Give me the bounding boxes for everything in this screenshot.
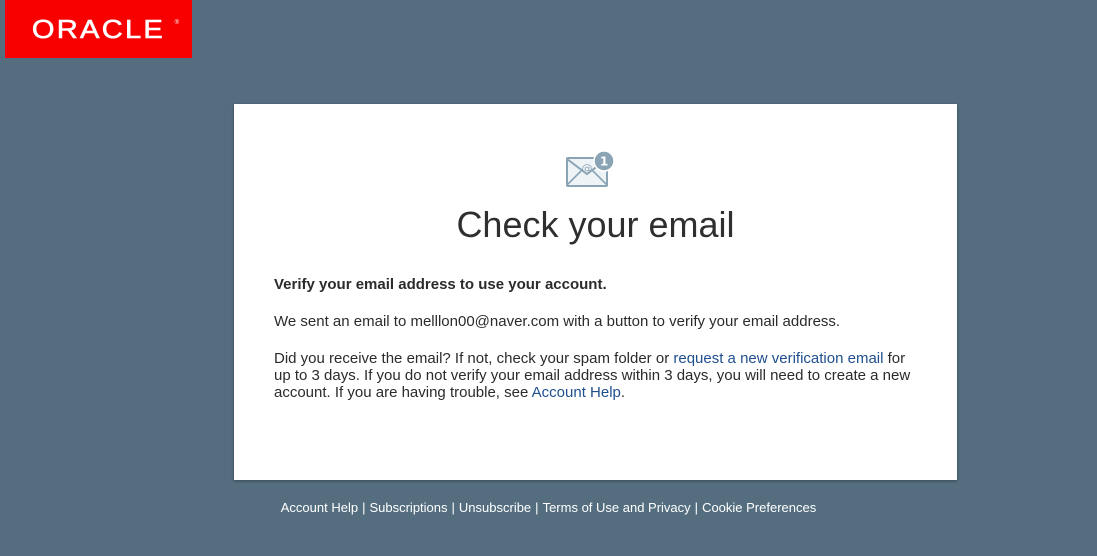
account-help-link[interactable]: Account Help [532, 384, 621, 401]
footer-cookie-preferences-link[interactable]: Cookie Preferences [702, 500, 816, 515]
footer-terms-link[interactable]: Terms of Use and Privacy [543, 500, 691, 515]
footer-subscriptions-link[interactable]: Subscriptions [369, 500, 447, 515]
footer-links: Account Help | Subscriptions | Unsubscribe | T… [0, 500, 1097, 515]
sent-message: We sent an email to melllon00@naver.com … [274, 313, 914, 330]
trouble-suffix: . [620, 384, 626, 401]
envelope-notification-icon: @ 1 [566, 150, 615, 187]
oracle-logo[interactable]: ORACLE ® [5, 0, 192, 58]
page-title: Check your email [456, 204, 735, 245]
trouble-message: Did you receive the email? If not, check… [274, 350, 914, 401]
footer-separator: | [451, 500, 455, 515]
sent-suffix: with a button to verify your email addre… [559, 313, 841, 330]
verification-card: @ 1 Check your email Verify your email a… [234, 104, 957, 480]
footer-separator: | [362, 500, 366, 515]
trouble-prefix: Did you receive the email? If not, check… [274, 350, 674, 367]
card-body: Verify your email address to use your ac… [274, 276, 914, 421]
resend-verification-link[interactable]: request a new verification email [673, 350, 883, 367]
footer-unsubscribe-link[interactable]: Unsubscribe [459, 500, 531, 515]
badge-count: 1 [600, 155, 608, 169]
svg-text:@: @ [582, 162, 593, 175]
footer-separator: | [694, 500, 699, 515]
verify-heading: Verify your email address to use your ac… [274, 276, 607, 293]
user-email: melllon00@naver.com [410, 313, 560, 330]
footer-account-help-link[interactable]: Account Help [281, 500, 358, 515]
registered-mark: ® [174, 20, 179, 26]
sent-prefix: We sent an email to [274, 313, 411, 330]
logo-text: ORACLE [31, 13, 166, 44]
footer-separator: | [535, 500, 539, 515]
